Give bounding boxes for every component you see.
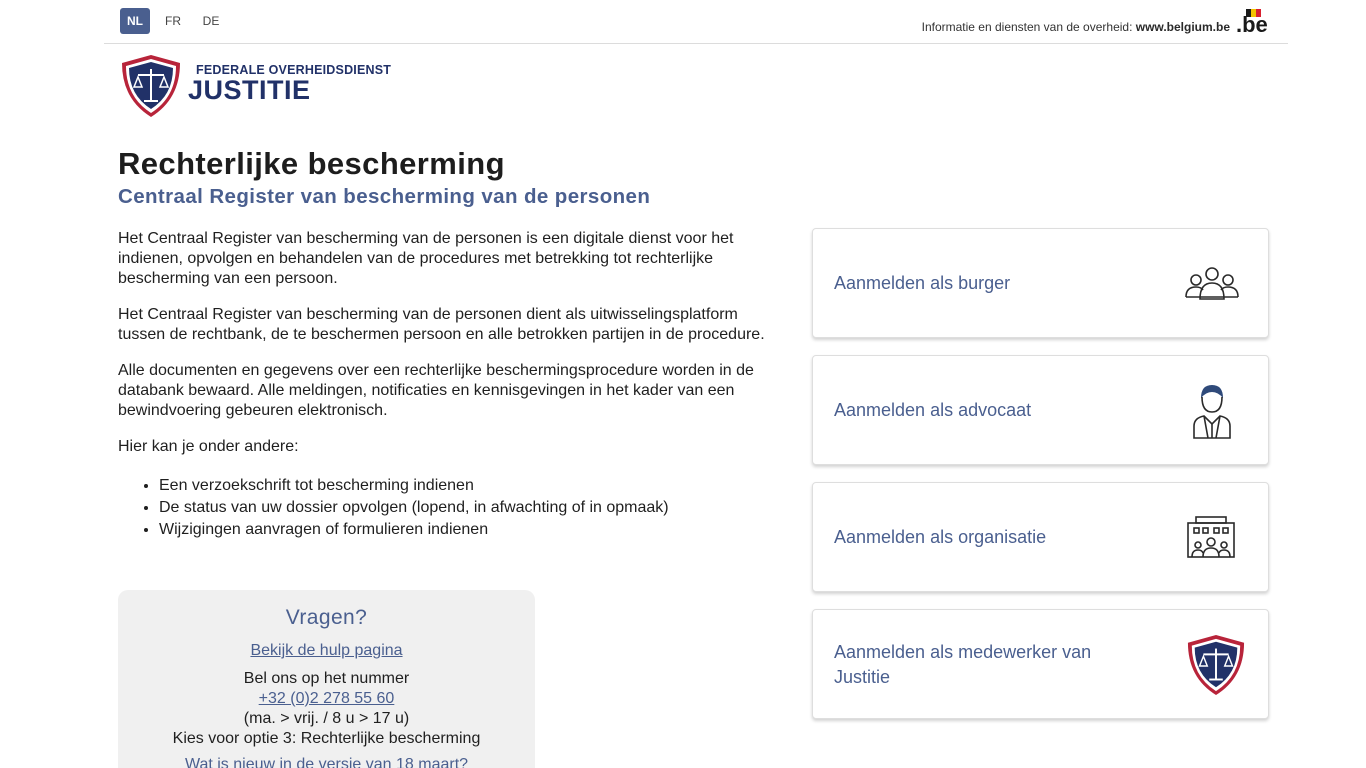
justice-shield-icon (1187, 635, 1245, 695)
login-card-lawyer[interactable]: Aanmelden als advocaat (812, 355, 1269, 465)
belgium-link[interactable]: www.belgium.be (1136, 20, 1230, 34)
lang-fr[interactable]: FR (160, 8, 186, 34)
intro-paragraph: Hier kan je onder andere: (118, 438, 299, 455)
login-card-label: Aanmelden als organisatie (834, 527, 1047, 547)
login-card-label: Aanmelden als burger (834, 273, 1011, 293)
intro-paragraph: Het Centraal Register van bescherming va… (118, 306, 765, 343)
be-logo-text: .be (1236, 12, 1268, 35)
lang-nl[interactable]: NL (120, 8, 150, 34)
login-card-label: Aanmelden als medewerker van Justitie (834, 642, 1092, 687)
be-logo[interactable]: .be (1236, 7, 1272, 35)
logo-line2: JUSTITIE (188, 75, 311, 105)
login-card-citizen[interactable]: Aanmelden als burger (812, 228, 1269, 338)
help-title: Vragen? (285, 606, 368, 629)
intro-paragraph: Het Centraal Register van bescherming va… (118, 230, 734, 287)
help-box: Vragen? Bekijk de hulp pagina Bel ons op… (118, 590, 535, 768)
features-list: Een verzoekschrift tot bescherming indie… (159, 475, 788, 541)
help-option: Kies voor optie 3: Rechterlijke bescherm… (172, 730, 481, 747)
belgium-info-text: Informatie en diensten van de overheid: (921, 20, 1133, 34)
login-card-organisation[interactable]: Aanmelden als organisatie (812, 482, 1269, 592)
list-item: De status van uw dossier opvolgen (lopen… (159, 497, 788, 519)
intro-content: Het Centraal Register van bescherming va… (118, 229, 788, 541)
login-card-justice-employee[interactable]: Aanmelden als medewerker van Justitie (812, 609, 1269, 719)
page-title: Rechterlijke bescherming (118, 146, 505, 181)
list-item: Een verzoekschrift tot bescherming indie… (159, 475, 788, 497)
fod-justitie-logo[interactable]: FEDERALE OVERHEIDSDIENST JUSTITIE (120, 53, 400, 119)
belgium-info: Informatie en diensten van de overheid: … (922, 20, 1230, 34)
help-phone-link[interactable]: +32 (0)2 278 55 60 (259, 690, 395, 707)
justice-shield-icon (122, 55, 180, 117)
help-hours: (ma. > vrij. / 8 u > 17 u) (243, 710, 410, 727)
list-item: Wijzigingen aanvragen of formulieren ind… (159, 519, 788, 541)
lawyer-icon (1193, 385, 1231, 439)
help-page-link[interactable]: Bekijk de hulp pagina (250, 642, 402, 659)
login-card-label: Aanmelden als advocaat (834, 400, 1032, 420)
intro-paragraph: Alle documenten en gegevens over een rec… (118, 362, 754, 419)
top-bar: NL FR DE Informatie en diensten van de o… (104, 0, 1288, 44)
organisation-icon (1187, 516, 1235, 558)
page-subtitle: Centraal Register van bescherming van de… (118, 185, 651, 208)
lang-de[interactable]: DE (198, 8, 224, 34)
help-call-text: Bel ons op het nummer (243, 670, 410, 687)
help-news-link[interactable]: Wat is nieuw in de versie van 18 maart? (185, 756, 468, 768)
citizens-icon (1185, 267, 1239, 300)
